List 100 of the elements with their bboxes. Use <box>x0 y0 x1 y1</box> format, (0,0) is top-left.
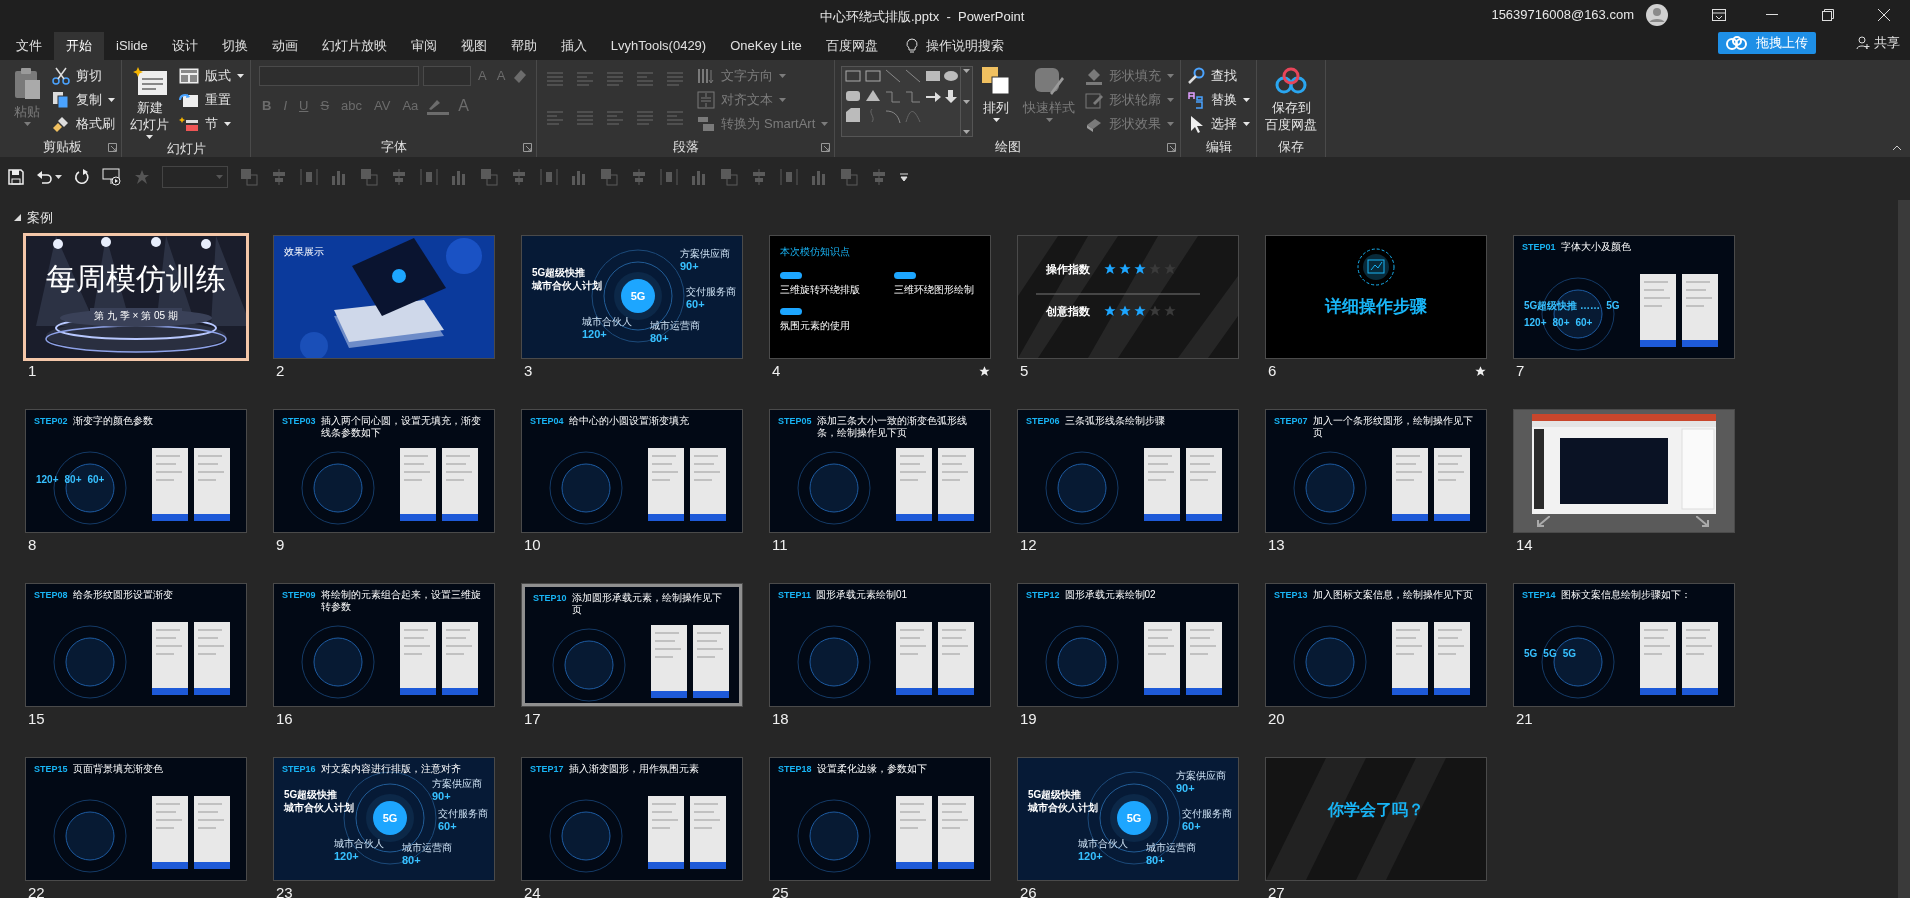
menu-tab[interactable]: 审阅 <box>398 32 449 60</box>
menu-tab[interactable]: 百度网盘 <box>813 32 890 60</box>
slide-thumbnail[interactable]: STEP10 添加圆形承载元素，绘制操作见下页 <box>522 584 742 706</box>
highlight-color-button[interactable] <box>427 97 450 115</box>
slide-thumbnail[interactable]: 本次模仿知识点 三维旋转环绕排版 三维环绕图形绘制 氛围元素的使用 <box>770 236 990 358</box>
slide-thumbnail[interactable]: STEP04 给中心的小圆设置渐变填充 <box>522 410 742 532</box>
slide-thumbnail[interactable]: STEP09 将绘制的元素组合起来，设置三维旋转参数 <box>274 584 494 706</box>
slide-thumbnail[interactable]: 操作指数 创意指数 <box>1018 236 1238 358</box>
menu-tab[interactable]: 设计 <box>159 32 210 60</box>
dialog-launcher-icon[interactable] <box>523 143 533 152</box>
bar-chart-icon[interactable] <box>330 168 348 186</box>
slide-thumbnail[interactable]: STEP17 插入渐变圆形，用作氛围元素 <box>522 758 742 880</box>
slide-thumbnail[interactable]: STEP01 字体大小及颜色 5G超级快推 …… 5G 120+ 80+ 60+ <box>1514 236 1734 358</box>
slide-thumbnail[interactable]: STEP15 页面背景填充渐变色 <box>26 758 246 880</box>
slide-thumbnail[interactable]: STEP11 圆形承载元素绘制01 <box>770 584 990 706</box>
bar-chart-icon[interactable] <box>810 168 828 186</box>
menu-tab[interactable]: 切换 <box>209 32 260 60</box>
menu-tab[interactable]: 文件 <box>4 32 54 60</box>
collapse-ribbon-icon[interactable] <box>1892 145 1902 151</box>
menu-tab[interactable]: 插入 <box>548 32 599 60</box>
menu-tab[interactable]: OneKey Lite <box>718 32 814 60</box>
slide-thumbnail[interactable]: STEP05 添加三条大小一致的渐变色弧形线条，绘制操作见下页 <box>770 410 990 532</box>
dropdown-field[interactable] <box>162 166 228 188</box>
align-icon[interactable] <box>870 168 888 186</box>
close-icon[interactable] <box>1878 9 1890 21</box>
slide-thumbnail[interactable]: STEP02 渐变字的颜色参数 120+ 80+ 60+ <box>26 410 246 532</box>
bar-chart-icon[interactable] <box>570 168 588 186</box>
layers-icon[interactable] <box>360 168 378 186</box>
distribute-icon[interactable] <box>420 168 438 186</box>
bar-chart-icon[interactable] <box>690 168 708 186</box>
star-icon[interactable] <box>134 169 150 185</box>
align-icon[interactable] <box>750 168 768 186</box>
font-size-field[interactable] <box>423 66 471 86</box>
bar-chart-icon[interactable] <box>450 168 468 186</box>
align-icon[interactable] <box>630 168 648 186</box>
menu-tab[interactable]: 幻灯片放映 <box>309 32 399 60</box>
align-icon[interactable] <box>270 168 288 186</box>
restore-icon[interactable] <box>1822 9 1834 21</box>
customize-icon[interactable] <box>900 173 908 181</box>
ribbon-button[interactable]: 替换 <box>1185 88 1253 112</box>
ribbon-button[interactable]: 重置 <box>177 88 246 112</box>
layers-icon[interactable] <box>480 168 498 186</box>
layers-icon[interactable] <box>600 168 618 186</box>
slideshow-icon[interactable] <box>102 168 122 186</box>
star-icon[interactable] <box>979 365 990 377</box>
menu-tab[interactable]: LvyhTools(0429) <box>598 32 719 60</box>
save-icon[interactable] <box>8 169 24 185</box>
dialog-launcher-icon[interactable] <box>821 143 831 152</box>
star-icon[interactable] <box>1475 365 1486 377</box>
ribbon-button[interactable]: 版式 <box>177 64 246 88</box>
slide-thumbnail[interactable]: STEP06 三条弧形线条绘制步骤 <box>1018 410 1238 532</box>
repeat-icon[interactable] <box>74 169 90 185</box>
slide-thumbnail[interactable]: STEP07 加入一个条形纹圆形，绘制操作见下页 <box>1266 410 1486 532</box>
undo-icon[interactable] <box>36 170 52 184</box>
slide-thumbnail[interactable]: STEP13 加入图标文案信息，绘制操作见下页 <box>1266 584 1486 706</box>
slide-thumbnail[interactable]: 效果展示 <box>274 236 494 358</box>
ribbon-button[interactable]: 复制 <box>50 88 117 112</box>
slide-thumbnail[interactable]: STEP12 圆形承载元素绘制02 <box>1018 584 1238 706</box>
minimize-icon[interactable] <box>1766 14 1778 16</box>
menu-tab[interactable]: 帮助 <box>498 32 549 60</box>
slide-thumbnail[interactable]: STEP03 插入两个同心圆，设置无填充，渐变线条参数如下 <box>274 410 494 532</box>
dialog-launcher-icon[interactable] <box>1167 143 1177 152</box>
menu-tab[interactable]: 视图 <box>448 32 499 60</box>
slide-thumbnail[interactable]: STEP18 设置柔化边缘，参数如下 <box>770 758 990 880</box>
align-icon[interactable] <box>390 168 408 186</box>
slide-thumbnail[interactable] <box>1514 410 1734 532</box>
distribute-icon[interactable] <box>300 168 318 186</box>
section-header[interactable]: 案例 <box>14 208 53 228</box>
layers-icon[interactable] <box>840 168 858 186</box>
ribbon-button[interactable]: 剪切 <box>50 64 117 88</box>
tell-me-field[interactable]: 操作说明搜索 <box>899 32 1010 60</box>
slide-thumbnail[interactable]: 每周模仿训练 第 九 季 × 第 05 期 <box>26 236 246 358</box>
slide-thumbnail[interactable]: STEP14 图标文案信息绘制步骤如下： 5G 5G 5G <box>1514 584 1734 706</box>
ribbon-button[interactable]: 保存到 百度网盘 <box>1261 64 1322 137</box>
avatar-icon[interactable] <box>1646 4 1668 26</box>
align-icon[interactable] <box>510 168 528 186</box>
share-button[interactable]: 共享 <box>1856 33 1900 53</box>
slide-thumbnail[interactable]: 你学会了吗？ <box>1266 758 1486 880</box>
ribbon-button[interactable]: 格式刷 <box>50 112 117 136</box>
slide-thumbnail[interactable]: STEP08 给条形纹圆形设置渐变 <box>26 584 246 706</box>
account-email[interactable]: 15639716008@163.com <box>1491 5 1634 25</box>
slide-thumbnail[interactable]: 5G 5G超级快推 城市合伙人计划 方案供应商 90+ 交付服务商 60+ 城市合伙人 120+ 城市运营商 80+ <box>1018 758 1238 880</box>
ribbon-button[interactable]: 选择 <box>1185 112 1253 136</box>
font-name-field[interactable] <box>259 66 419 86</box>
dialog-launcher-icon[interactable] <box>108 143 117 152</box>
ribbon-button[interactable]: 排列 <box>977 64 1016 137</box>
distribute-icon[interactable] <box>780 168 798 186</box>
ribbon-button[interactable]: 查找 <box>1185 64 1253 88</box>
menu-tab[interactable]: 动画 <box>259 32 310 60</box>
menu-tab[interactable]: 开始 <box>54 32 104 60</box>
distribute-icon[interactable] <box>660 168 678 186</box>
slide-thumbnail[interactable]: 5G 5G超级快推 城市合伙人计划 方案供应商 90+ 交付服务商 60+ 城市合伙人 120+ 城市运营商 80+ STEP16 对文案内容进行排版，注意对齐 <box>274 758 494 880</box>
eraser-icon[interactable] <box>512 68 529 84</box>
layers-icon[interactable] <box>240 168 258 186</box>
ribbon-display-icon[interactable] <box>1712 9 1726 21</box>
slide-thumbnail[interactable]: 5G 5G超级快推 城市合伙人计划 方案供应商 90+ 交付服务商 60+ 城市合伙人 120+ 城市运营商 80+ <box>522 236 742 358</box>
layers-icon[interactable] <box>720 168 738 186</box>
slide-thumbnail[interactable]: 详细操作步骤 <box>1266 236 1486 358</box>
menu-tab[interactable]: iSlide <box>104 32 160 60</box>
ribbon-button[interactable]: 节 <box>177 112 246 136</box>
